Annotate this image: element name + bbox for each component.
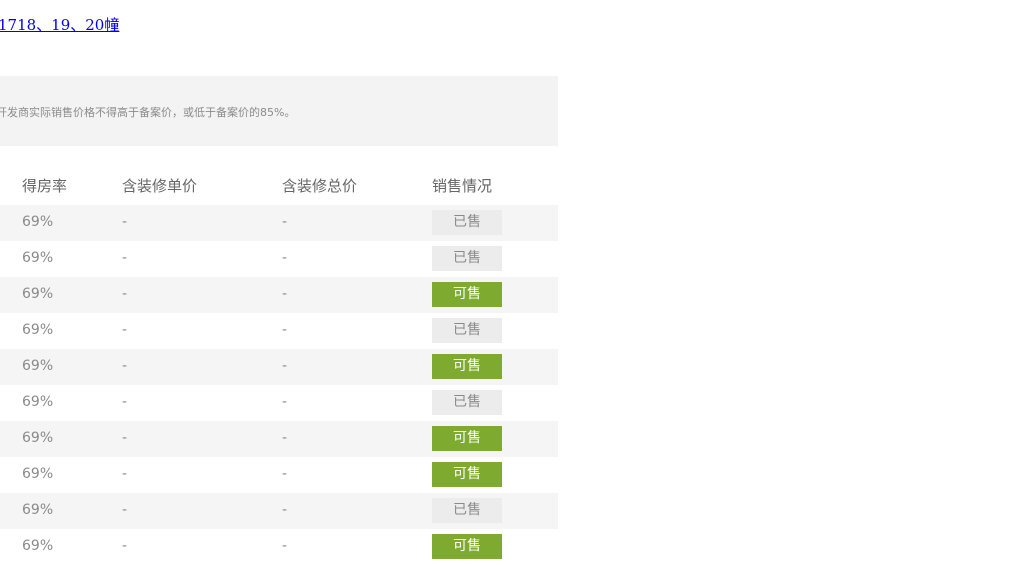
unit-table: 得房率 含装修单价 含装修总价 销售情况 69% - - 已售 69% - - 已售 69% - -… <box>0 165 558 565</box>
rate-cell: 69% <box>22 502 54 518</box>
unit-price-cell: - <box>122 538 128 554</box>
unit-price-cell: - <box>122 466 128 482</box>
status-badge[interactable]: 可售 <box>432 426 502 451</box>
table-row: 69% - - 已售 <box>0 313 558 349</box>
status-badge[interactable]: 可售 <box>432 282 502 307</box>
total-price-cell: - <box>282 322 288 338</box>
price-notice-text: 开发商实际销售价格不得高于备案价，或低于备案价的85%。 <box>0 106 296 119</box>
table-row: 69% - - 已售 <box>0 385 558 421</box>
table-row: 69% - - 已售 <box>0 493 558 529</box>
total-price-cell: - <box>282 286 288 302</box>
total-price-cell: - <box>282 250 288 266</box>
unit-price-cell: - <box>122 394 128 410</box>
table-row: 69% - - 可售 <box>0 421 558 457</box>
unit-price-cell: - <box>122 502 128 518</box>
table-row: 69% - - 已售 <box>0 241 558 277</box>
total-price-cell: - <box>282 466 288 482</box>
header-total-price: 含装修总价 <box>282 177 358 195</box>
table-row: 69% - - 可售 <box>0 457 558 493</box>
rate-cell: 69% <box>22 394 54 410</box>
table-row: 69% - - 可售 <box>0 529 558 565</box>
price-notice: 开发商实际销售价格不得高于备案价，或低于备案价的85%。 <box>0 76 558 146</box>
rate-cell: 69% <box>22 358 54 374</box>
total-price-cell: - <box>282 358 288 374</box>
status-badge: 已售 <box>432 498 502 523</box>
table-row: 69% - - 可售 <box>0 349 558 385</box>
header-sales-status: 销售情况 <box>432 177 493 195</box>
status-badge: 已售 <box>432 246 502 271</box>
status-badge[interactable]: 可售 <box>432 462 502 487</box>
total-price-cell: - <box>282 538 288 554</box>
status-badge[interactable]: 可售 <box>432 354 502 379</box>
total-price-cell: - <box>282 214 288 230</box>
rate-cell: 69% <box>22 538 54 554</box>
unit-price-cell: - <box>122 250 128 266</box>
table-header: 得房率 含装修单价 含装修总价 销售情况 <box>0 165 558 205</box>
rate-cell: 69% <box>22 322 54 338</box>
header-rate: 得房率 <box>22 177 68 195</box>
total-price-cell: - <box>282 394 288 410</box>
building-link[interactable]: 1718、19、20幢 <box>0 14 119 35</box>
total-price-cell: - <box>282 502 288 518</box>
status-badge: 已售 <box>432 210 502 235</box>
rate-cell: 69% <box>22 214 54 230</box>
unit-price-cell: - <box>122 322 128 338</box>
rate-cell: 69% <box>22 286 54 302</box>
rate-cell: 69% <box>22 466 54 482</box>
status-badge: 已售 <box>432 318 502 343</box>
table-body: 69% - - 已售 69% - - 已售 69% - - 可售 69% - - 已售 69% - - 可售 69% - -… <box>0 205 558 565</box>
rate-cell: 69% <box>22 250 54 266</box>
rate-cell: 69% <box>22 430 54 446</box>
table-row: 69% - - 可售 <box>0 277 558 313</box>
status-badge[interactable]: 可售 <box>432 534 502 559</box>
unit-price-cell: - <box>122 214 128 230</box>
status-badge: 已售 <box>432 390 502 415</box>
total-price-cell: - <box>282 430 288 446</box>
unit-price-cell: - <box>122 358 128 374</box>
table-row: 69% - - 已售 <box>0 205 558 241</box>
unit-price-cell: - <box>122 430 128 446</box>
unit-price-cell: - <box>122 286 128 302</box>
header-unit-price: 含装修单价 <box>122 177 198 195</box>
